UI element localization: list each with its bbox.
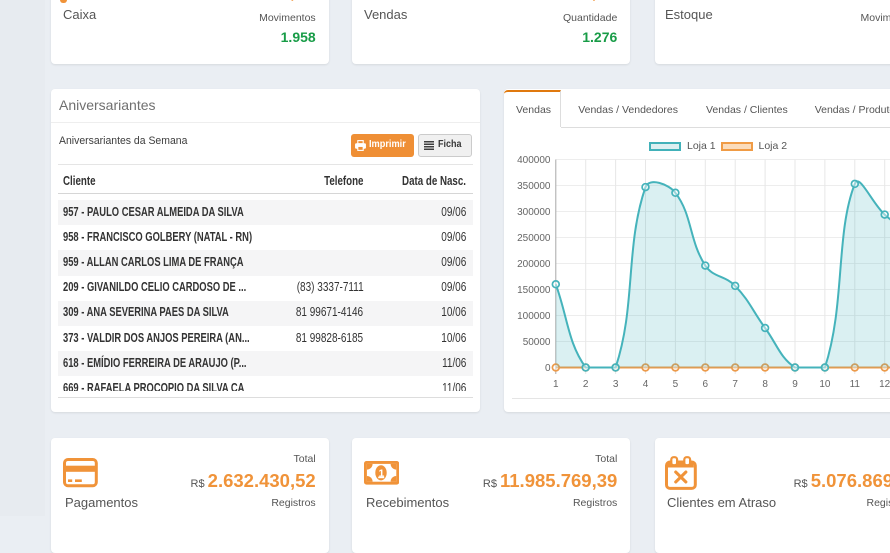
svg-text:9: 9 — [792, 379, 798, 390]
svg-text:300000: 300000 — [517, 207, 551, 218]
svg-text:0: 0 — [544, 363, 550, 374]
svg-text:400000: 400000 — [517, 155, 551, 166]
svg-text:3: 3 — [612, 379, 618, 390]
svg-text:200000: 200000 — [517, 259, 551, 270]
svg-text:50000: 50000 — [522, 337, 550, 348]
svg-text:12: 12 — [879, 379, 890, 390]
svg-text:7: 7 — [732, 379, 738, 390]
svg-text:1: 1 — [553, 379, 559, 390]
svg-text:100000: 100000 — [517, 311, 551, 322]
svg-text:250000: 250000 — [517, 233, 551, 244]
svg-text:5: 5 — [672, 379, 678, 390]
svg-text:150000: 150000 — [517, 285, 551, 296]
svg-text:10: 10 — [819, 379, 831, 390]
svg-text:11: 11 — [849, 379, 860, 390]
svg-text:2: 2 — [582, 379, 588, 390]
svg-text:4: 4 — [642, 379, 648, 390]
svg-text:350000: 350000 — [517, 181, 551, 192]
svg-text:8: 8 — [762, 379, 768, 390]
svg-text:6: 6 — [702, 379, 708, 390]
